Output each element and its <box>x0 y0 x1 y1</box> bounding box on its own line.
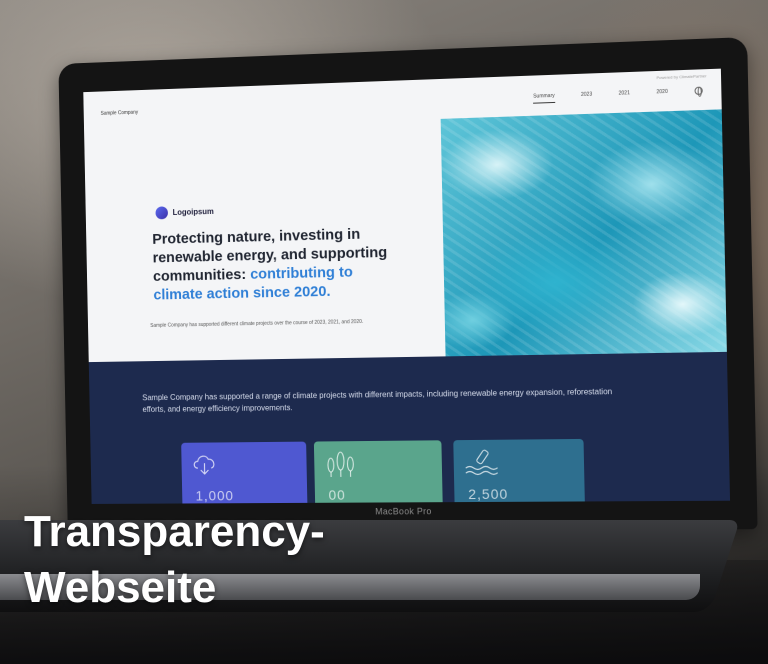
company-name: Sample Company <box>100 109 139 117</box>
logo-mark-icon <box>155 206 169 220</box>
year-nav: Summary 2023 2021 2020 <box>533 86 703 101</box>
impact-card-2[interactable]: 00 <box>313 440 443 504</box>
nav-item-summary[interactable]: Summary <box>533 93 555 100</box>
water-bottle-icon <box>463 449 497 478</box>
nav-item-2020[interactable]: 2020 <box>656 89 668 95</box>
nav-item-2023[interactable]: 2023 <box>581 92 592 98</box>
impact-card-3[interactable]: 2,500 <box>453 438 586 504</box>
powered-by-label[interactable]: Powered by ClimatePartner <box>656 73 706 80</box>
impact-card-1-figure: 1,000 <box>195 487 235 504</box>
hero-subcopy: Sample Company has supported different c… <box>150 318 364 329</box>
impact-card-1[interactable]: 1,000 <box>181 441 308 504</box>
laptop-bezel: Sample Company Powered by ClimatePartner… <box>58 37 758 532</box>
logo: Logoipsum <box>155 205 214 220</box>
impact-card-3-figure: 2,500 <box>468 485 509 503</box>
overlay-title: Transparency- Webseite <box>24 507 325 612</box>
hero-headline: Protecting nature, investing in renewabl… <box>152 224 405 305</box>
language-globe-icon[interactable] <box>694 86 703 96</box>
logo-text: Logoipsum <box>172 207 214 217</box>
cloud-download-icon <box>191 450 220 478</box>
hero-water-image <box>440 109 727 357</box>
impact-card-2-figure: 00 <box>328 486 346 503</box>
nav-item-2021[interactable]: 2021 <box>619 90 630 96</box>
laptop-screen: Sample Company Powered by ClimatePartner… <box>83 68 731 504</box>
trees-icon <box>324 449 358 479</box>
